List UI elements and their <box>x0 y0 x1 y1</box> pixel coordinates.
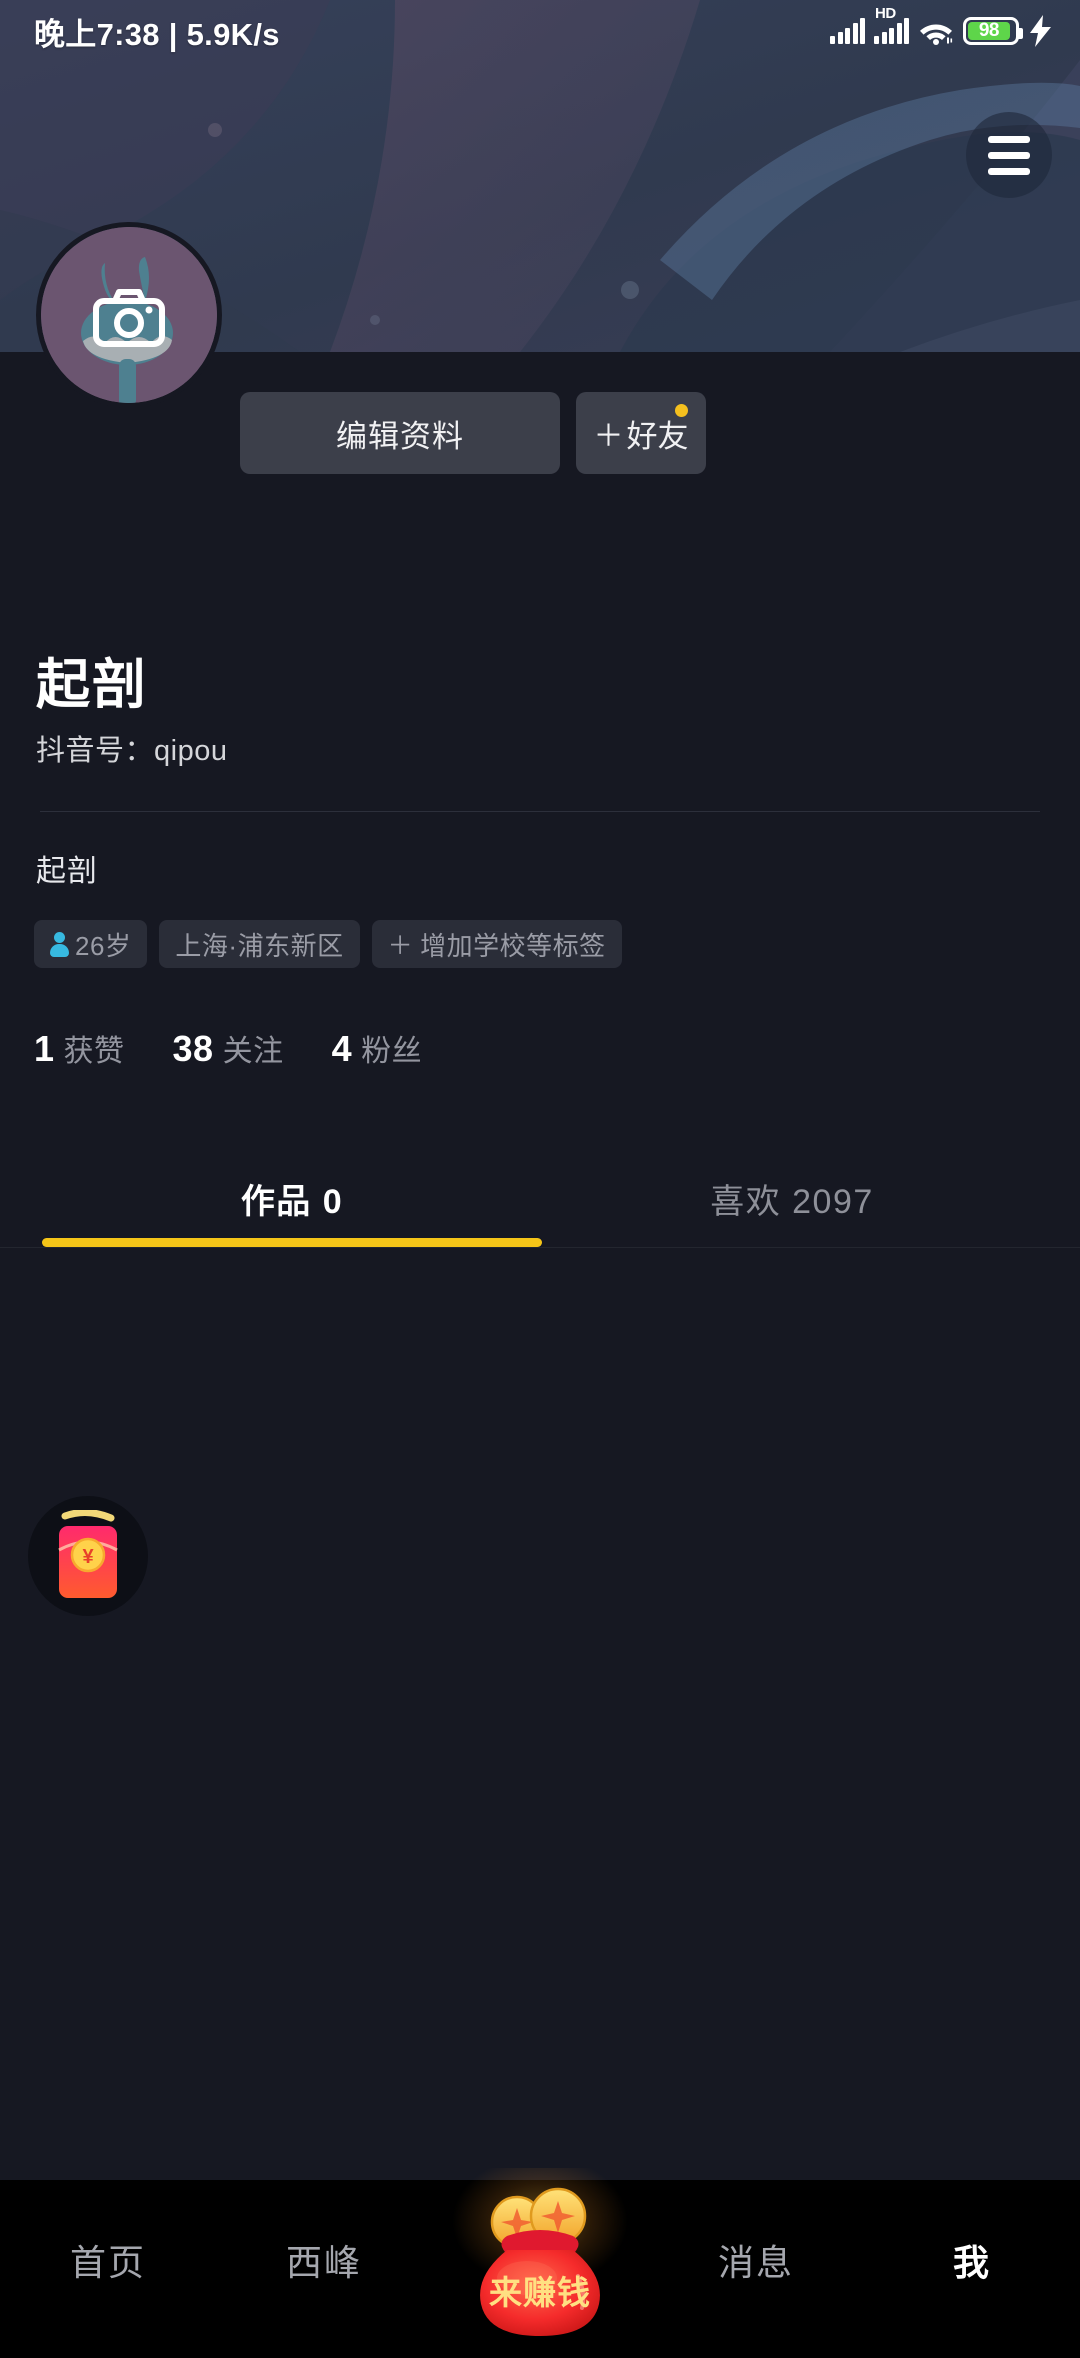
works-content-area[interactable] <box>0 1248 1080 2180</box>
person-icon <box>50 931 69 957</box>
nav-item-messages[interactable]: 消息 <box>648 2180 864 2340</box>
douyin-id[interactable]: 抖音号：qipou <box>36 727 227 769</box>
tag-add-school[interactable]: ＋ 增加学校等标签 <box>371 920 622 968</box>
page-title: 起剖 <box>36 655 148 715</box>
status-time-and-netspeed: 晚上7:38 | 5.9K/s <box>34 16 280 52</box>
section-divider <box>40 811 1040 812</box>
tab-works[interactable]: 作品 0 <box>42 1148 542 1248</box>
profile-stats: 1 获赞 38 关注 4 粉丝 <box>34 1026 422 1070</box>
tag-location[interactable]: 上海·浦东新区 <box>159 920 360 968</box>
charging-bolt-icon <box>1030 15 1051 47</box>
tag-age[interactable]: 26岁 <box>34 920 148 968</box>
stat-fans-value: 4 <box>331 1028 353 1069</box>
edit-profile-label: 编辑资料 <box>336 418 464 454</box>
nav-item-home[interactable]: 首页 <box>0 2180 216 2340</box>
status-icons: HD 98 <box>830 5 1054 47</box>
wifi-icon <box>920 24 953 45</box>
add-friend-label: 好友 <box>626 418 689 454</box>
tag-age-label: 26岁 <box>75 930 132 961</box>
nav-item-me-label: 我 <box>952 2242 991 2283</box>
tab-likes[interactable]: 喜欢 2097 <box>542 1148 1042 1248</box>
stat-likes-value: 1 <box>34 1028 55 1069</box>
battery-level: 98 <box>978 20 1000 41</box>
tab-likes-label: 喜欢 2097 <box>710 1182 874 1221</box>
hamburger-menu-icon[interactable] <box>966 112 1052 198</box>
tab-active-underline <box>42 1238 542 1247</box>
stat-following[interactable]: 38 关注 <box>173 1026 284 1070</box>
hd-label: HD <box>875 5 896 22</box>
hd-signal-icon: HD <box>874 5 909 44</box>
nav-item-messages-label: 消息 <box>717 2242 794 2283</box>
nav-item-xifeng-label: 西峰 <box>285 2242 362 2283</box>
stat-following-value: 38 <box>172 1028 214 1069</box>
bio-text[interactable]: 起剖 <box>36 846 98 890</box>
stat-likes[interactable]: 1 获赞 <box>34 1026 125 1070</box>
status-bar: 晚上7:38 | 5.9K/s HD 98 <box>0 0 1080 62</box>
tag-add-school-label: 增加学校等标签 <box>420 930 606 961</box>
nav-item-me[interactable]: 我 <box>864 2180 1080 2340</box>
red-packet-floating-button[interactable]: ¥ <box>28 1496 148 1616</box>
signal-icon <box>830 18 865 44</box>
stat-fans[interactable]: 4 粉丝 <box>332 1026 423 1070</box>
avatar[interactable] <box>36 222 222 408</box>
tag-location-label: 上海·浦东新区 <box>175 930 344 961</box>
profile-action-buttons: 编辑资料 ＋ 好友 <box>240 392 706 474</box>
add-friend-button[interactable]: ＋ 好友 <box>576 392 706 474</box>
stat-fans-label: 粉丝 <box>361 1035 423 1068</box>
nav-item-xifeng[interactable]: 西峰 <box>216 2180 432 2340</box>
stat-following-label: 关注 <box>222 1035 284 1068</box>
money-bag-label: 来赚钱 <box>489 2274 591 2311</box>
plus-icon: ＋ <box>387 932 414 960</box>
camera-icon[interactable] <box>93 289 165 347</box>
red-packet-icon: ¥ <box>58 1510 118 1598</box>
nav-item-earn-money[interactable]: 来赚钱 <box>432 2168 648 2358</box>
battery-icon: 98 <box>963 17 1023 45</box>
edit-profile-button[interactable]: 编辑资料 <box>240 392 560 474</box>
nav-item-home-label: 首页 <box>69 2242 146 2283</box>
svg-text:¥: ¥ <box>82 1546 94 1568</box>
plus-icon: ＋ <box>593 420 624 453</box>
new-friend-badge-dot <box>675 404 688 417</box>
stat-likes-label: 获赞 <box>63 1035 125 1068</box>
profile-tags: 26岁 上海·浦东新区 ＋ 增加学校等标签 <box>34 920 622 968</box>
profile-screen: 晚上7:38 | 5.9K/s HD 98 编辑资料 ＋ 好友 起剖 抖音号：q… <box>0 0 1080 2358</box>
tab-works-label: 作品 0 <box>240 1182 344 1221</box>
bottom-navigation-bar: 首页 西峰 来赚钱 消息 我 <box>0 2168 1080 2358</box>
money-bag-icon: 来赚钱 <box>480 2187 600 2336</box>
